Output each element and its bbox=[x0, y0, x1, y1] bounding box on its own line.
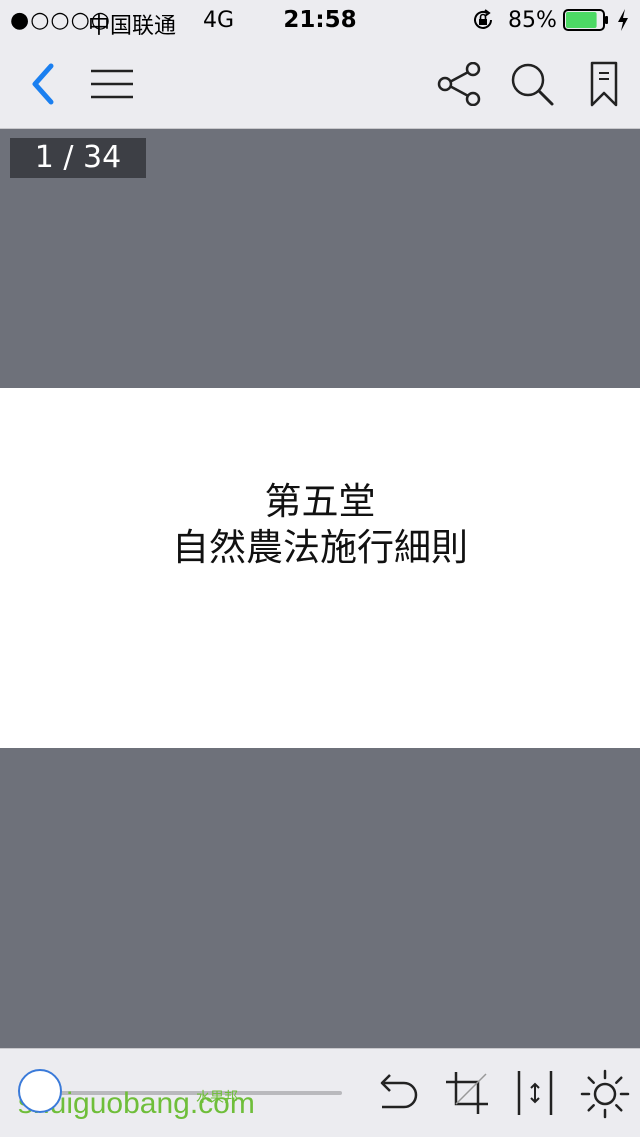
watermark-chinese: 水果邦 bbox=[196, 1090, 238, 1106]
fit-height-icon bbox=[517, 1071, 553, 1115]
hamburger-menu-icon bbox=[91, 69, 133, 99]
brightness-icon bbox=[580, 1069, 630, 1119]
bottom-toolbar: shuiguobang.com 水果邦 bbox=[0, 1048, 640, 1137]
search-button[interactable] bbox=[506, 58, 558, 110]
page-heading-line-2: 自然農法施行細則 bbox=[172, 526, 468, 569]
network-type: 4G bbox=[203, 8, 235, 33]
share-button[interactable] bbox=[434, 60, 484, 108]
back-button[interactable] bbox=[20, 60, 64, 108]
document-page[interactable]: 第五堂 自然農法施行細則 bbox=[0, 388, 640, 748]
bookmark-icon bbox=[590, 61, 618, 107]
battery-icon bbox=[563, 9, 608, 31]
charging-bolt-icon bbox=[618, 9, 628, 31]
bookmark-button[interactable] bbox=[585, 58, 623, 110]
crop-icon bbox=[446, 1072, 488, 1114]
menu-button[interactable] bbox=[88, 62, 136, 106]
brightness-button[interactable] bbox=[578, 1067, 632, 1121]
undo-button[interactable] bbox=[370, 1069, 422, 1117]
reader-toolbar bbox=[0, 40, 640, 129]
carrier-name: 中国联通 bbox=[88, 14, 177, 39]
share-icon bbox=[437, 62, 481, 106]
battery-percentage: 85% bbox=[508, 8, 557, 33]
search-icon bbox=[511, 63, 554, 106]
rotation-lock-icon bbox=[474, 9, 492, 29]
status-bar: ●○○○○ 中国联通 4G 21:58 85% bbox=[0, 0, 640, 40]
crop-button[interactable] bbox=[442, 1067, 492, 1119]
page-counter: 1 / 34 bbox=[10, 138, 146, 178]
fit-height-button[interactable] bbox=[513, 1067, 557, 1119]
undo-icon bbox=[380, 1074, 418, 1109]
page-slider-thumb[interactable] bbox=[18, 1069, 62, 1113]
chevron-left-icon bbox=[32, 63, 54, 105]
page-heading-line-1: 第五堂 bbox=[264, 480, 376, 523]
